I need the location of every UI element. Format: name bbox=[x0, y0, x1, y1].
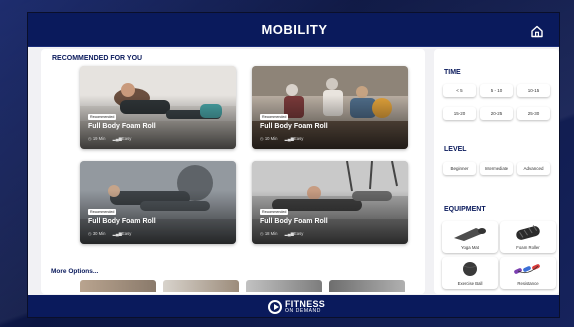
difficulty-bars-icon: ▂▄▆ bbox=[284, 231, 294, 236]
equipment-filter-title: EQUIPMENT bbox=[444, 206, 486, 213]
time-option[interactable]: 15-20 bbox=[443, 107, 476, 120]
workout-card[interactable]: Recommended Full Body Foam Roll ◷ 30 Min… bbox=[80, 161, 236, 244]
foam-roller-icon bbox=[516, 225, 540, 240]
workout-level: Easy bbox=[122, 231, 132, 236]
workout-title: Full Body Foam Roll bbox=[260, 123, 328, 130]
workout-duration: 18 Min bbox=[264, 231, 278, 236]
footer-bar: FITNESS ON DEMAND bbox=[28, 295, 559, 317]
workout-meta: ◷ 19 Min ▂▄▆Easy bbox=[88, 136, 131, 141]
page-title: MOBILITY bbox=[261, 22, 328, 37]
workout-card[interactable]: Recommended Full Body Foam Roll ◷ 10 Min… bbox=[252, 66, 408, 149]
time-option[interactable]: < 5 bbox=[443, 84, 476, 97]
more-option-thumbnail[interactable] bbox=[246, 280, 322, 292]
app-screen: MOBILITY RECOMMENDED FOR YOU Recommended… bbox=[27, 12, 560, 318]
workout-title: Full Body Foam Roll bbox=[88, 218, 156, 225]
recommended-badge: Recommended bbox=[260, 114, 289, 120]
exercise-ball-icon bbox=[463, 262, 477, 276]
play-logo-icon bbox=[268, 300, 282, 314]
difficulty-bars-icon: ▂▄▆ bbox=[284, 136, 294, 141]
workout-meta: ◷ 18 Min ▂▄▆Easy bbox=[260, 231, 303, 236]
difficulty-bars-icon: ▂▄▆ bbox=[112, 231, 122, 236]
time-option[interactable]: 5 - 10 bbox=[480, 84, 513, 97]
workout-title: Full Body Foam Roll bbox=[88, 123, 156, 130]
more-option-thumbnail[interactable] bbox=[80, 280, 156, 292]
difficulty-bars-icon: ▂▄▆ bbox=[112, 136, 122, 141]
yoga-mat-icon bbox=[454, 228, 486, 241]
workout-meta: ◷ 30 Min ▂▄▆Easy bbox=[88, 231, 131, 236]
equipment-foam-roller[interactable]: Foam Roller bbox=[500, 221, 556, 253]
equipment-label: Foam Roller bbox=[516, 245, 540, 250]
workout-duration: 19 Min bbox=[92, 136, 106, 141]
workout-level: Easy bbox=[294, 136, 304, 141]
home-icon[interactable] bbox=[530, 24, 544, 38]
filters-panel: TIME < 5 5 - 10 10-15 15-20 20-25 25-30 … bbox=[434, 49, 559, 294]
recommended-title: RECOMMENDED FOR YOU bbox=[52, 55, 143, 62]
equipment-exercise-ball[interactable]: Exercise Ball bbox=[442, 257, 498, 289]
equipment-label: Resistance bbox=[517, 281, 539, 286]
resistance-bands-icon bbox=[514, 264, 540, 274]
equipment-label: Exercise Ball bbox=[457, 281, 483, 286]
workout-meta: ◷ 10 Min ▂▄▆Easy bbox=[260, 136, 303, 141]
recommended-badge: Recommended bbox=[88, 114, 117, 120]
equipment-yoga-mat[interactable]: Yoga Mat bbox=[442, 221, 498, 253]
brand-subtitle: ON DEMAND bbox=[285, 308, 321, 314]
recommended-badge: Recommended bbox=[260, 209, 289, 215]
workout-title: Full Body Foam Roll bbox=[260, 218, 328, 225]
more-option-thumbnail[interactable] bbox=[163, 280, 239, 292]
level-option[interactable]: Beginner bbox=[443, 162, 476, 175]
workout-card[interactable]: Recommended Full Body Foam Roll ◷ 18 Min… bbox=[252, 161, 408, 244]
level-option[interactable]: Intermediate bbox=[480, 162, 513, 175]
time-option[interactable]: 10-15 bbox=[517, 84, 550, 97]
workout-level: Easy bbox=[122, 136, 132, 141]
time-option[interactable]: 25-30 bbox=[517, 107, 550, 120]
equipment-resistance[interactable]: Resistance bbox=[500, 257, 556, 289]
level-filter-title: LEVEL bbox=[444, 146, 467, 153]
more-option-thumbnail[interactable] bbox=[329, 280, 405, 292]
level-option[interactable]: Advanced bbox=[517, 162, 550, 175]
top-bar: MOBILITY bbox=[28, 13, 559, 47]
recommended-badge: Recommended bbox=[88, 209, 117, 215]
workout-duration: 10 Min bbox=[264, 136, 278, 141]
more-options-title: More Options... bbox=[51, 268, 99, 275]
time-option[interactable]: 20-25 bbox=[480, 107, 513, 120]
time-filter-title: TIME bbox=[444, 69, 461, 76]
workout-card[interactable]: Recommended Full Body Foam Roll ◷ 19 Min… bbox=[80, 66, 236, 149]
equipment-label: Yoga Mat bbox=[461, 245, 479, 250]
workout-level: Easy bbox=[294, 231, 304, 236]
recommended-panel: RECOMMENDED FOR YOU Recommended Full Bod… bbox=[41, 49, 425, 294]
workout-duration: 30 Min bbox=[92, 231, 106, 236]
